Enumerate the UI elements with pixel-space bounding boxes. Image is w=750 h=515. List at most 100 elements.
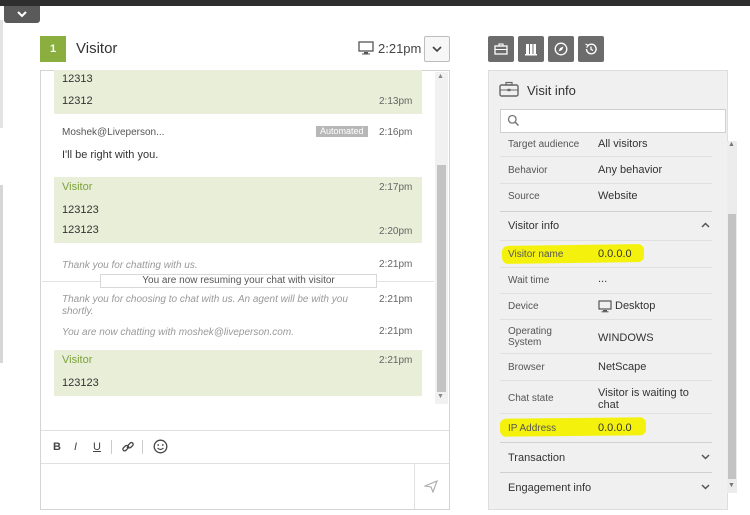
section-title: Engagement info bbox=[508, 482, 592, 494]
send-icon[interactable] bbox=[424, 480, 438, 493]
info-value: All visitors bbox=[598, 138, 648, 150]
scroll-down-arrow[interactable]: ▼ bbox=[437, 393, 444, 400]
italic-button[interactable]: I bbox=[74, 441, 77, 453]
info-label: Source bbox=[508, 191, 540, 202]
info-scrollbar-thumb[interactable] bbox=[728, 214, 736, 479]
monitor-icon bbox=[358, 41, 374, 55]
info-value: Desktop bbox=[615, 300, 656, 312]
message-time: 2:21pm bbox=[379, 355, 413, 366]
info-value: Website bbox=[598, 190, 638, 202]
left-edge-strip bbox=[0, 20, 3, 128]
divider bbox=[500, 413, 712, 414]
toolbar-divider bbox=[142, 440, 143, 454]
message-text: I'll be right with you. bbox=[62, 149, 159, 161]
chevron-down-icon bbox=[701, 484, 710, 490]
resume-notice: You are now resuming your chat with visi… bbox=[100, 274, 377, 288]
divider bbox=[500, 319, 712, 320]
chevron-up-icon bbox=[701, 222, 710, 228]
visitor-message-bubble bbox=[54, 70, 422, 114]
bold-button[interactable]: B bbox=[53, 441, 61, 453]
divider bbox=[500, 240, 712, 241]
smiley-icon[interactable] bbox=[153, 439, 168, 454]
knowledge-base-button[interactable] bbox=[518, 36, 544, 62]
search-icon bbox=[507, 114, 520, 127]
divider bbox=[500, 353, 712, 354]
panel-title: Visit info bbox=[527, 83, 576, 98]
history-button[interactable] bbox=[578, 36, 604, 62]
info-label: Visitor name bbox=[508, 249, 564, 260]
info-value: Visitor is waiting to chat bbox=[598, 387, 689, 411]
top-bar bbox=[0, 0, 750, 6]
message-text: 123123 bbox=[62, 204, 99, 216]
compass-icon bbox=[554, 42, 568, 56]
chevron-down-icon bbox=[701, 454, 710, 460]
format-toolbar bbox=[41, 430, 449, 464]
visit-info-button[interactable] bbox=[488, 36, 514, 62]
message-time: 2:17pm bbox=[379, 182, 413, 193]
scroll-up-arrow[interactable]: ▲ bbox=[728, 141, 735, 148]
scroll-down-arrow[interactable]: ▼ bbox=[728, 482, 735, 489]
divider bbox=[500, 183, 712, 184]
divider bbox=[500, 267, 712, 268]
history-icon bbox=[585, 43, 597, 55]
info-label: Device bbox=[508, 301, 539, 312]
chevron-down-icon bbox=[17, 11, 27, 18]
chat-title: Visitor bbox=[76, 40, 118, 57]
book-icon bbox=[525, 43, 537, 55]
message-time: 2:21pm bbox=[379, 294, 413, 305]
visitor-message-bubble bbox=[54, 350, 422, 396]
section-title: Transaction bbox=[508, 452, 566, 464]
info-value: 0.0.0.0 bbox=[598, 248, 632, 260]
info-label: IP Address bbox=[508, 423, 557, 434]
info-label: Wait time bbox=[508, 275, 550, 286]
left-edge-strip bbox=[0, 185, 3, 363]
message-time: 2:13pm bbox=[379, 96, 413, 107]
divider bbox=[500, 380, 712, 381]
collapse-toggle[interactable] bbox=[4, 6, 40, 23]
section-title: Visitor info bbox=[508, 220, 560, 232]
chat-scrollbar-thumb[interactable] bbox=[437, 165, 446, 392]
chat-start-time: 2:21pm bbox=[378, 41, 422, 56]
info-label: Target audience bbox=[508, 139, 580, 150]
info-value: WINDOWS bbox=[598, 332, 654, 344]
agent-name: Moshek@Liveperson... bbox=[62, 127, 165, 138]
info-value: Any behavior bbox=[598, 164, 663, 176]
info-value: 0.0.0.0 bbox=[598, 422, 632, 434]
info-label: Operating System bbox=[508, 326, 552, 348]
system-message: Thank you for chatting with us. bbox=[62, 260, 198, 271]
message-time: 2:21pm bbox=[379, 259, 413, 270]
navigation-button[interactable] bbox=[548, 36, 574, 62]
message-text: 12312 bbox=[62, 95, 93, 107]
divider bbox=[500, 156, 712, 157]
divider bbox=[500, 293, 712, 294]
link-icon[interactable] bbox=[121, 440, 135, 454]
info-search-input[interactable] bbox=[500, 109, 726, 133]
chat-options-dropdown[interactable] bbox=[424, 36, 450, 62]
message-text: 123123 bbox=[62, 377, 99, 389]
message-input[interactable] bbox=[41, 464, 414, 509]
chevron-down-icon bbox=[432, 45, 442, 52]
system-message: Thank you for choosing to chat with us. … bbox=[62, 294, 348, 317]
info-label: Chat state bbox=[508, 393, 554, 404]
system-message: You are now chatting with moshek@liveper… bbox=[62, 327, 294, 338]
info-label: Behavior bbox=[508, 165, 548, 176]
toolbar-divider bbox=[111, 440, 112, 454]
visitor-sender-name: Visitor bbox=[62, 354, 93, 366]
visitor-sender-name: Visitor bbox=[62, 181, 93, 193]
underline-button[interactable]: U bbox=[93, 441, 101, 453]
info-value: NetScape bbox=[598, 361, 647, 373]
message-text: 12313 bbox=[62, 73, 93, 85]
message-text: 123123 bbox=[62, 224, 99, 236]
message-time: 2:20pm bbox=[379, 226, 413, 237]
divider bbox=[414, 464, 415, 509]
scroll-up-arrow[interactable]: ▲ bbox=[437, 73, 444, 80]
chat-number-badge: 1 bbox=[40, 36, 66, 62]
message-time: 2:21pm bbox=[379, 326, 413, 337]
automated-badge: Automated bbox=[316, 126, 368, 137]
info-label: Browser bbox=[508, 362, 545, 373]
visitor-message-bubble bbox=[54, 177, 422, 243]
message-time: 2:16pm bbox=[379, 127, 413, 138]
desktop-icon bbox=[598, 300, 612, 313]
briefcase-icon bbox=[494, 43, 508, 55]
briefcase-icon bbox=[499, 81, 519, 97]
